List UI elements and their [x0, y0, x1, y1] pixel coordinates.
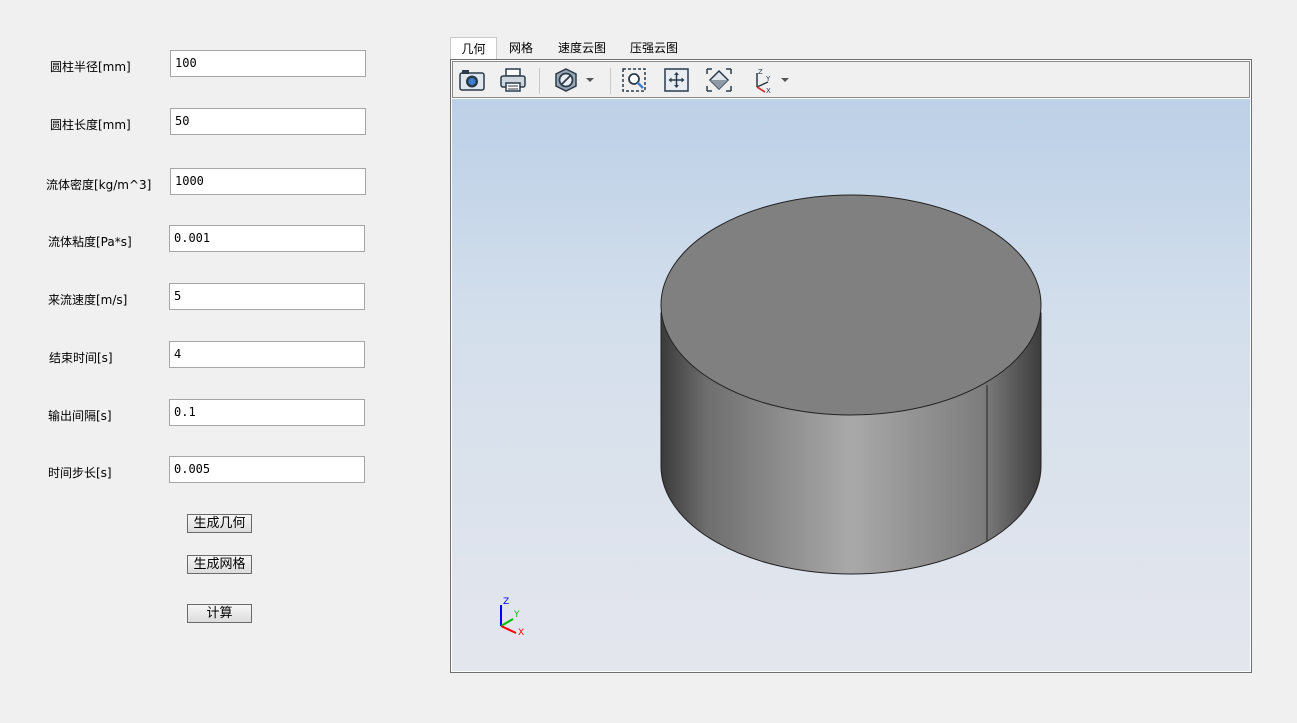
- generate-geometry-button[interactable]: 生成几何: [187, 514, 252, 533]
- label-inflow-velocity: 来流速度[m/s]: [48, 293, 128, 307]
- compute-button[interactable]: 计算: [187, 604, 252, 623]
- cylinder-model: Z Y X: [500, 194, 1042, 638]
- generate-mesh-button[interactable]: 生成网格: [187, 555, 252, 574]
- axis-triad: Z Y X: [500, 597, 524, 638]
- label-cylinder-radius: 圆柱半径[mm]: [50, 60, 131, 74]
- input-time-step[interactable]: 0.005: [169, 456, 365, 483]
- input-inflow-velocity[interactable]: 5: [169, 283, 365, 310]
- input-end-time[interactable]: 4: [169, 341, 365, 368]
- label-fluid-density: 流体密度[kg/m^3]: [46, 178, 152, 192]
- camera-icon[interactable]: [457, 66, 487, 94]
- viewer-toolbar: Z Y X: [452, 61, 1250, 98]
- 3d-viewport[interactable]: Z Y X: [452, 99, 1250, 671]
- svg-text:Y: Y: [765, 75, 771, 83]
- input-cylinder-length[interactable]: 50: [170, 108, 366, 135]
- triad-x-label: X: [518, 628, 524, 638]
- viewer-panel: Z Y X Z Y X: [450, 59, 1252, 673]
- tab-geometry[interactable]: 几何: [450, 37, 497, 59]
- tab-velocity-contour[interactable]: 速度云图: [551, 37, 613, 59]
- display-mode-icon[interactable]: [551, 66, 597, 94]
- fit-all-icon[interactable]: [704, 66, 734, 94]
- svg-text:Z: Z: [758, 68, 763, 76]
- pan-icon[interactable]: [662, 66, 692, 94]
- input-fluid-density[interactable]: 1000: [170, 168, 366, 195]
- label-time-step: 时间步长[s]: [48, 466, 112, 480]
- input-fluid-viscosity[interactable]: 0.001: [169, 225, 365, 252]
- label-output-interval: 输出间隔[s]: [48, 409, 112, 423]
- triad-z-label: Z: [503, 597, 509, 607]
- input-output-interval[interactable]: 0.1: [169, 399, 365, 426]
- toolbar-separator: [610, 68, 611, 94]
- label-cylinder-length: 圆柱长度[mm]: [50, 118, 131, 132]
- view-orientation-icon[interactable]: Z Y X: [748, 66, 794, 95]
- triad-y-label: Y: [513, 610, 520, 620]
- tab-mesh[interactable]: 网格: [501, 37, 541, 59]
- print-icon[interactable]: [498, 66, 528, 94]
- input-cylinder-radius[interactable]: 100: [170, 50, 366, 77]
- label-end-time: 结束时间[s]: [49, 351, 113, 365]
- tab-pressure-contour[interactable]: 压强云图: [623, 37, 685, 59]
- svg-text:X: X: [766, 87, 771, 94]
- label-fluid-viscosity: 流体粘度[Pa*s]: [48, 235, 132, 249]
- zoom-window-icon[interactable]: [620, 66, 650, 94]
- toolbar-separator: [539, 68, 540, 94]
